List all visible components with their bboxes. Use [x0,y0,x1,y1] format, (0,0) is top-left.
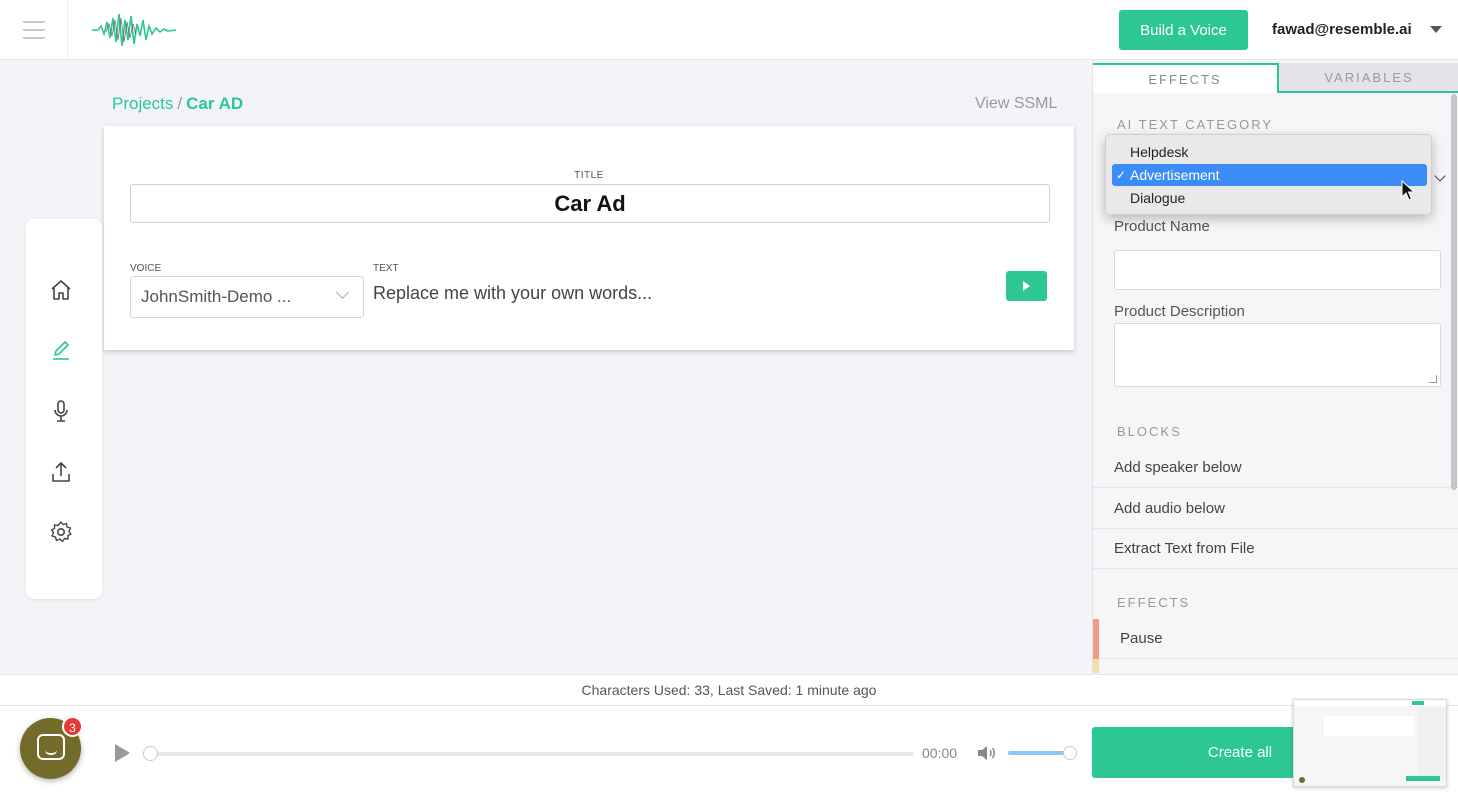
screen-preview-thumbnail[interactable] [1293,699,1447,787]
breadcrumb: Projects / Car AD [112,94,243,114]
breadcrumb-separator: / [177,94,183,113]
left-nav [26,219,102,599]
gear-icon[interactable] [48,519,74,545]
preview-image-icon [1294,700,1446,783]
block-add-speaker[interactable]: Add speaker below [1093,448,1458,488]
editor-card: TITLE Car Ad VOICE JohnSmith-Demo ... TE… [104,126,1074,350]
progress-knob[interactable] [143,746,158,761]
breadcrumb-projects[interactable]: Projects [112,94,173,113]
resize-handle-icon[interactable] [1429,375,1437,383]
block-extract-text[interactable]: Extract Text from File [1093,529,1458,569]
dropdown-option-advertisement[interactable]: ✓ Advertisement [1112,164,1427,186]
build-voice-button[interactable]: Build a Voice [1119,10,1248,50]
product-name-label: Product Name [1114,218,1210,235]
breadcrumb-current[interactable]: Car AD [186,94,243,113]
title-input[interactable]: Car Ad [130,184,1050,223]
blocks-label: BLOCKS [1117,424,1182,439]
dropdown-option-label: Advertisement [1130,167,1220,183]
product-description-textarea[interactable] [1114,323,1441,387]
chat-icon [37,734,65,760]
ai-text-category-label: AI TEXT CATEGORY [1117,117,1274,132]
dropdown-option-label: Dialogue [1130,190,1186,206]
volume-icon[interactable] [976,744,998,762]
tab-variables[interactable]: VARIABLES [1279,63,1458,93]
effect-color-bar [1093,619,1099,659]
play-icon[interactable] [115,744,130,762]
play-block-button[interactable] [1006,271,1047,301]
logo-icon[interactable] [92,10,176,50]
user-email[interactable]: fawad@resemble.ai [1272,21,1412,38]
mouse-cursor-icon [1401,180,1415,201]
view-ssml-link[interactable]: View SSML [975,95,1057,113]
status-bar: Characters Used: 33, Last Saved: 1 minut… [0,674,1458,706]
right-panel-scrollbar[interactable] [1451,94,1457,490]
caret-down-icon[interactable] [1430,26,1442,33]
effect-pause[interactable]: Pause [1093,619,1458,673]
title-label: TITLE [574,170,604,181]
voice-select[interactable]: JohnSmith-Demo ... [130,276,364,318]
ai-text-category-dropdown[interactable]: Helpdesk ✓ Advertisement Dialogue [1105,134,1432,215]
dropdown-option-dialogue[interactable]: Dialogue [1112,187,1427,209]
edit-icon[interactable] [48,337,74,363]
voice-label: VOICE [130,263,162,274]
effects-label: EFFECTS [1117,595,1191,610]
effect-color-bar-next [1093,659,1099,673]
volume-knob[interactable] [1063,746,1077,760]
microphone-icon[interactable] [48,398,74,424]
tab-effects[interactable]: EFFECTS [1093,63,1279,93]
dropdown-option-helpdesk[interactable]: Helpdesk [1112,141,1427,163]
text-label: TEXT [373,263,399,274]
chat-badge: 3 [62,716,83,737]
time-display: 00:00 [922,745,958,761]
product-name-input[interactable] [1114,250,1441,290]
volume-track[interactable] [1008,751,1070,755]
checkmark-icon: ✓ [1116,168,1127,182]
upload-icon[interactable] [48,459,74,485]
effect-pause-label: Pause [1120,630,1163,647]
product-description-label: Product Description [1114,303,1245,320]
text-input[interactable]: Replace me with your own words... [373,283,652,304]
block-add-audio[interactable]: Add audio below [1093,489,1458,529]
home-icon[interactable] [48,277,74,303]
top-bar: Build a Voice fawad@resemble.ai [0,0,1458,60]
dropdown-option-label: Helpdesk [1130,144,1189,160]
menu-icon[interactable] [0,0,68,60]
progress-track[interactable] [150,752,914,756]
